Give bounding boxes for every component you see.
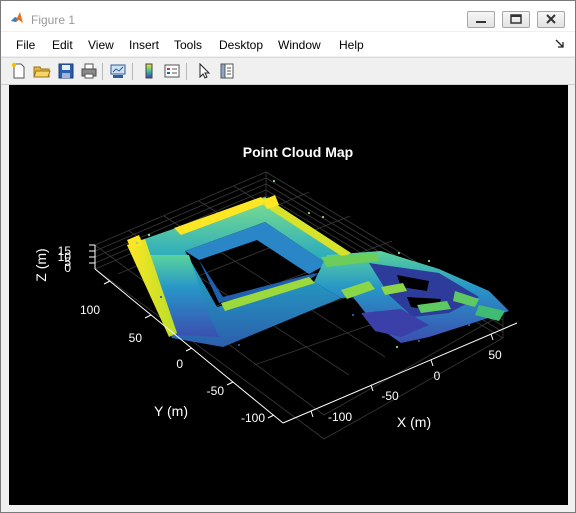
menu-file[interactable]: File	[16, 38, 35, 52]
print-button[interactable]	[80, 62, 98, 80]
x-tick-label: 0	[434, 369, 441, 383]
point-cloud	[127, 179, 509, 349]
x-axis-label: X (m)	[397, 414, 431, 430]
plot-title: Point Cloud Map	[243, 144, 353, 160]
x-tick-label: -100	[328, 410, 352, 424]
matlab-icon	[11, 12, 23, 23]
figure-canvas[interactable]: Point Cloud Map 15 10 5 0 100 50 0 -50 -…	[9, 85, 568, 505]
close-button[interactable]	[537, 11, 565, 28]
new-figure-button[interactable]	[10, 62, 28, 80]
print-icon	[81, 63, 97, 79]
x-tick-label: -50	[381, 389, 399, 403]
legend-button[interactable]	[163, 62, 181, 80]
minimize-icon	[476, 21, 486, 23]
y-tick-label: -100	[241, 411, 265, 425]
z-tick-label: 0	[64, 261, 71, 275]
y-tick-label: 100	[80, 303, 100, 317]
legend-icon	[164, 64, 180, 78]
figure-toolbar	[1, 57, 575, 85]
point-cloud-axes[interactable]: Point Cloud Map 15 10 5 0 100 50 0 -50 -…	[9, 85, 568, 505]
dock-arrow-icon[interactable]	[555, 39, 565, 49]
menu-help[interactable]: Help	[339, 38, 364, 52]
title-bar[interactable]: Figure 1	[1, 1, 575, 31]
menu-view[interactable]: View	[88, 38, 114, 52]
property-inspector-button[interactable]	[218, 62, 236, 80]
maximize-button[interactable]	[502, 11, 530, 28]
colorbar-button[interactable]	[140, 62, 158, 80]
edit-plot-arrow-icon	[199, 62, 211, 79]
link-plot-button[interactable]	[109, 62, 127, 80]
menu-edit[interactable]: Edit	[52, 38, 73, 52]
menu-desktop[interactable]: Desktop	[219, 38, 263, 52]
open-file-icon	[33, 66, 51, 78]
property-inspector-icon	[220, 63, 234, 79]
edit-plot-button[interactable]	[195, 62, 213, 80]
x-tick-label: 50	[488, 348, 502, 362]
menu-bar: File Edit View Insert Tools Desktop Wind…	[1, 32, 575, 56]
y-tick-label: 50	[129, 331, 143, 345]
save-button[interactable]	[57, 62, 75, 80]
open-file-button[interactable]	[33, 62, 51, 80]
menu-tools[interactable]: Tools	[174, 38, 202, 52]
new-figure-icon	[11, 62, 25, 79]
minimize-button[interactable]	[467, 11, 495, 28]
colorbar-icon	[145, 63, 153, 79]
y-tick-label: -50	[207, 384, 225, 398]
y-axis-label: Y (m)	[154, 403, 188, 419]
menu-insert[interactable]: Insert	[129, 38, 159, 52]
z-axis-label: Z (m)	[33, 248, 49, 281]
menu-window[interactable]: Window	[278, 38, 321, 52]
y-tick-label: 0	[176, 357, 183, 371]
close-icon	[546, 14, 556, 24]
figure-window: Figure 1 File Edit View Insert Tools Des…	[0, 0, 576, 513]
window-title: Figure 1	[31, 13, 76, 27]
save-icon	[58, 63, 74, 79]
link-plot-icon	[110, 64, 126, 78]
